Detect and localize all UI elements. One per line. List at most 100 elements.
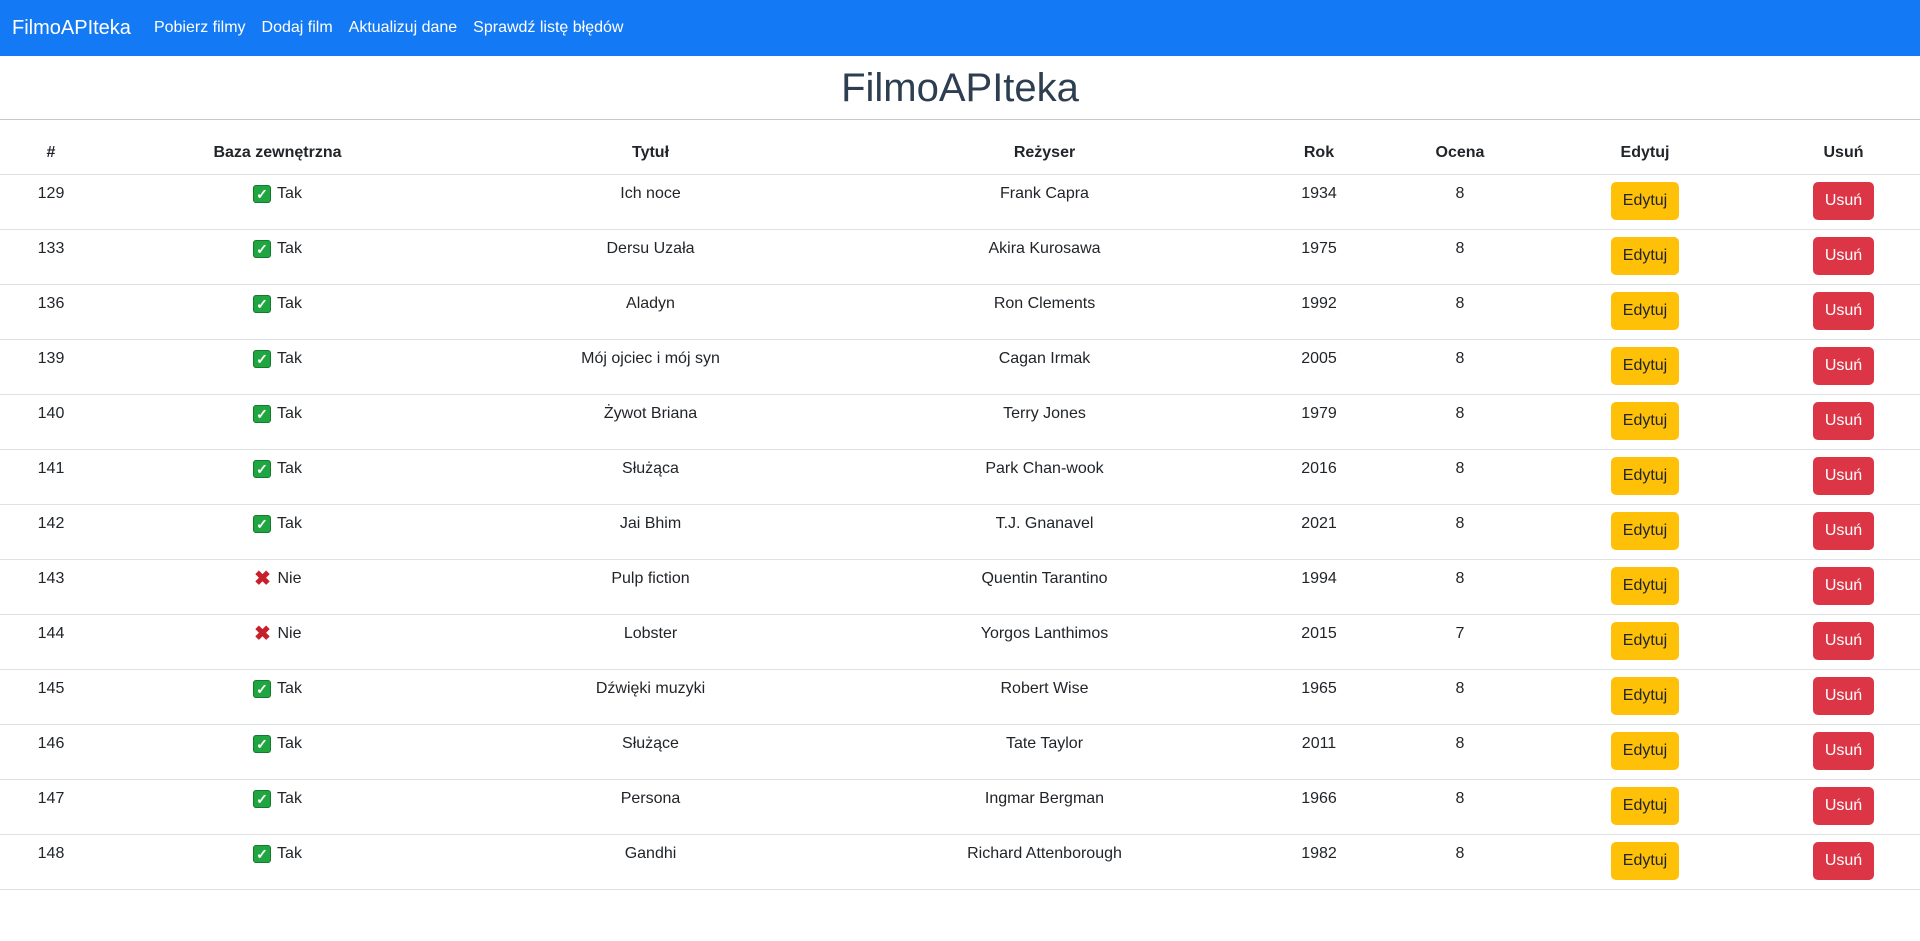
delete-button[interactable]: Usuń xyxy=(1812,511,1875,550)
delete-button[interactable]: Usuń xyxy=(1812,621,1875,660)
edit-button[interactable]: Edytuj xyxy=(1610,786,1680,825)
edit-button[interactable]: Edytuj xyxy=(1610,181,1680,220)
external-label: Tak xyxy=(277,514,302,532)
cell-director: Frank Capra xyxy=(848,174,1241,230)
check-mark-icon: ✓ xyxy=(253,844,272,863)
cell-edit: Edytuj xyxy=(1523,669,1767,725)
cell-id: 133 xyxy=(0,229,102,285)
external-label: Tak xyxy=(277,349,302,367)
delete-button[interactable]: Usuń xyxy=(1812,676,1875,715)
header-director: Reżyser xyxy=(848,132,1241,175)
cell-director: Park Chan-wook xyxy=(848,449,1241,505)
cell-edit: Edytuj xyxy=(1523,284,1767,340)
cell-edit: Edytuj xyxy=(1523,834,1767,890)
cell-delete: Usuń xyxy=(1767,339,1920,395)
cell-external-db: ✓ Tak xyxy=(102,504,453,560)
delete-button[interactable]: Usuń xyxy=(1812,841,1875,880)
delete-button[interactable]: Usuń xyxy=(1812,291,1875,330)
cell-external-db: ✓ Tak xyxy=(102,394,453,450)
external-label: Tak xyxy=(277,679,302,697)
external-label: Tak xyxy=(277,239,302,257)
external-label: Tak xyxy=(277,184,302,202)
cell-title: Aladyn xyxy=(453,284,848,340)
edit-button[interactable]: Edytuj xyxy=(1610,456,1680,495)
cell-external-db: ✓ Tak xyxy=(102,284,453,340)
cell-title: Lobster xyxy=(453,614,848,670)
edit-button[interactable]: Edytuj xyxy=(1610,511,1680,550)
table-row: 147 ✓ Tak Persona Ingmar Bergman 1966 8 Edytuj U… xyxy=(0,779,1920,835)
cell-director: T.J. Gnanavel xyxy=(848,504,1241,560)
edit-button[interactable]: Edytuj xyxy=(1610,731,1680,770)
cell-delete: Usuń xyxy=(1767,724,1920,780)
table-row: 146 ✓ Tak Służące Tate Taylor 2011 8 Edytuj Usuń xyxy=(0,724,1920,780)
cell-id: 141 xyxy=(0,449,102,505)
cell-year: 2021 xyxy=(1241,504,1397,560)
cell-rating: 8 xyxy=(1397,669,1523,725)
external-label: Tak xyxy=(277,734,302,752)
cell-director: Tate Taylor xyxy=(848,724,1241,780)
header-edit: Edytuj xyxy=(1523,132,1767,175)
edit-button[interactable]: Edytuj xyxy=(1610,841,1680,880)
edit-button[interactable]: Edytuj xyxy=(1610,291,1680,330)
cell-edit: Edytuj xyxy=(1523,174,1767,230)
cell-year: 1965 xyxy=(1241,669,1397,725)
check-mark-icon: ✓ xyxy=(253,789,272,808)
delete-button[interactable]: Usuń xyxy=(1812,731,1875,770)
navbar: FilmoAPIteka Pobierz filmy Dodaj film Ak… xyxy=(0,0,1920,56)
table-row: 133 ✓ Tak Dersu Uzała Akira Kurosawa 1975 8 Edy… xyxy=(0,229,1920,285)
brand-link[interactable]: FilmoAPIteka xyxy=(12,17,131,40)
cell-director: Yorgos Lanthimos xyxy=(848,614,1241,670)
cell-delete: Usuń xyxy=(1767,834,1920,890)
delete-button[interactable]: Usuń xyxy=(1812,566,1875,605)
cell-year: 2015 xyxy=(1241,614,1397,670)
edit-button[interactable]: Edytuj xyxy=(1610,401,1680,440)
nav-link-pobierz-filmy[interactable]: Pobierz filmy xyxy=(154,19,246,37)
delete-button[interactable]: Usuń xyxy=(1812,236,1875,275)
cell-id: 129 xyxy=(0,174,102,230)
table-row: 148 ✓ Tak Gandhi Richard Attenborough 1982 8 Ed… xyxy=(0,834,1920,890)
nav-link-dodaj-film[interactable]: Dodaj film xyxy=(262,19,333,37)
cell-id: 139 xyxy=(0,339,102,395)
table-row: 143 ✖ Nie Pulp fiction Quentin Tarantino 1994… xyxy=(0,559,1920,615)
nav-link-sprawdz-liste-bledow[interactable]: Sprawdź listę błędów xyxy=(473,19,623,37)
cell-rating: 8 xyxy=(1397,394,1523,450)
cell-edit: Edytuj xyxy=(1523,339,1767,395)
delete-button[interactable]: Usuń xyxy=(1812,786,1875,825)
cell-director: Richard Attenborough xyxy=(848,834,1241,890)
cell-rating: 8 xyxy=(1397,339,1523,395)
cell-title: Gandhi xyxy=(453,834,848,890)
cell-year: 1979 xyxy=(1241,394,1397,450)
edit-button[interactable]: Edytuj xyxy=(1610,566,1680,605)
cell-title: Dersu Uzała xyxy=(453,229,848,285)
cross-mark-icon: ✖ xyxy=(254,622,271,645)
edit-button[interactable]: Edytuj xyxy=(1610,236,1680,275)
cell-delete: Usuń xyxy=(1767,669,1920,725)
external-label: Tak xyxy=(277,844,302,862)
cell-director: Ingmar Bergman xyxy=(848,779,1241,835)
cell-delete: Usuń xyxy=(1767,504,1920,560)
cell-title: Ich noce xyxy=(453,174,848,230)
cell-title: Persona xyxy=(453,779,848,835)
cell-title: Służąca xyxy=(453,449,848,505)
delete-button[interactable]: Usuń xyxy=(1812,456,1875,495)
table-row: 139 ✓ Tak Mój ojciec i mój syn Cagan Irmak 20… xyxy=(0,339,1920,395)
cell-year: 1982 xyxy=(1241,834,1397,890)
cell-rating: 8 xyxy=(1397,229,1523,285)
edit-button[interactable]: Edytuj xyxy=(1610,346,1680,385)
cell-year: 1934 xyxy=(1241,174,1397,230)
page-title: FilmoAPIteka xyxy=(0,56,1920,120)
cell-year: 2005 xyxy=(1241,339,1397,395)
nav-link-aktualizuj-dane[interactable]: Aktualizuj dane xyxy=(349,19,458,37)
cell-id: 144 xyxy=(0,614,102,670)
delete-button[interactable]: Usuń xyxy=(1812,401,1875,440)
cell-id: 143 xyxy=(0,559,102,615)
edit-button[interactable]: Edytuj xyxy=(1610,676,1680,715)
delete-button[interactable]: Usuń xyxy=(1812,346,1875,385)
cell-year: 1966 xyxy=(1241,779,1397,835)
check-mark-icon: ✓ xyxy=(253,514,272,533)
check-mark-icon: ✓ xyxy=(253,239,272,258)
edit-button[interactable]: Edytuj xyxy=(1610,621,1680,660)
delete-button[interactable]: Usuń xyxy=(1812,181,1875,220)
external-label: Nie xyxy=(277,569,302,587)
header-year: Rok xyxy=(1241,132,1397,175)
